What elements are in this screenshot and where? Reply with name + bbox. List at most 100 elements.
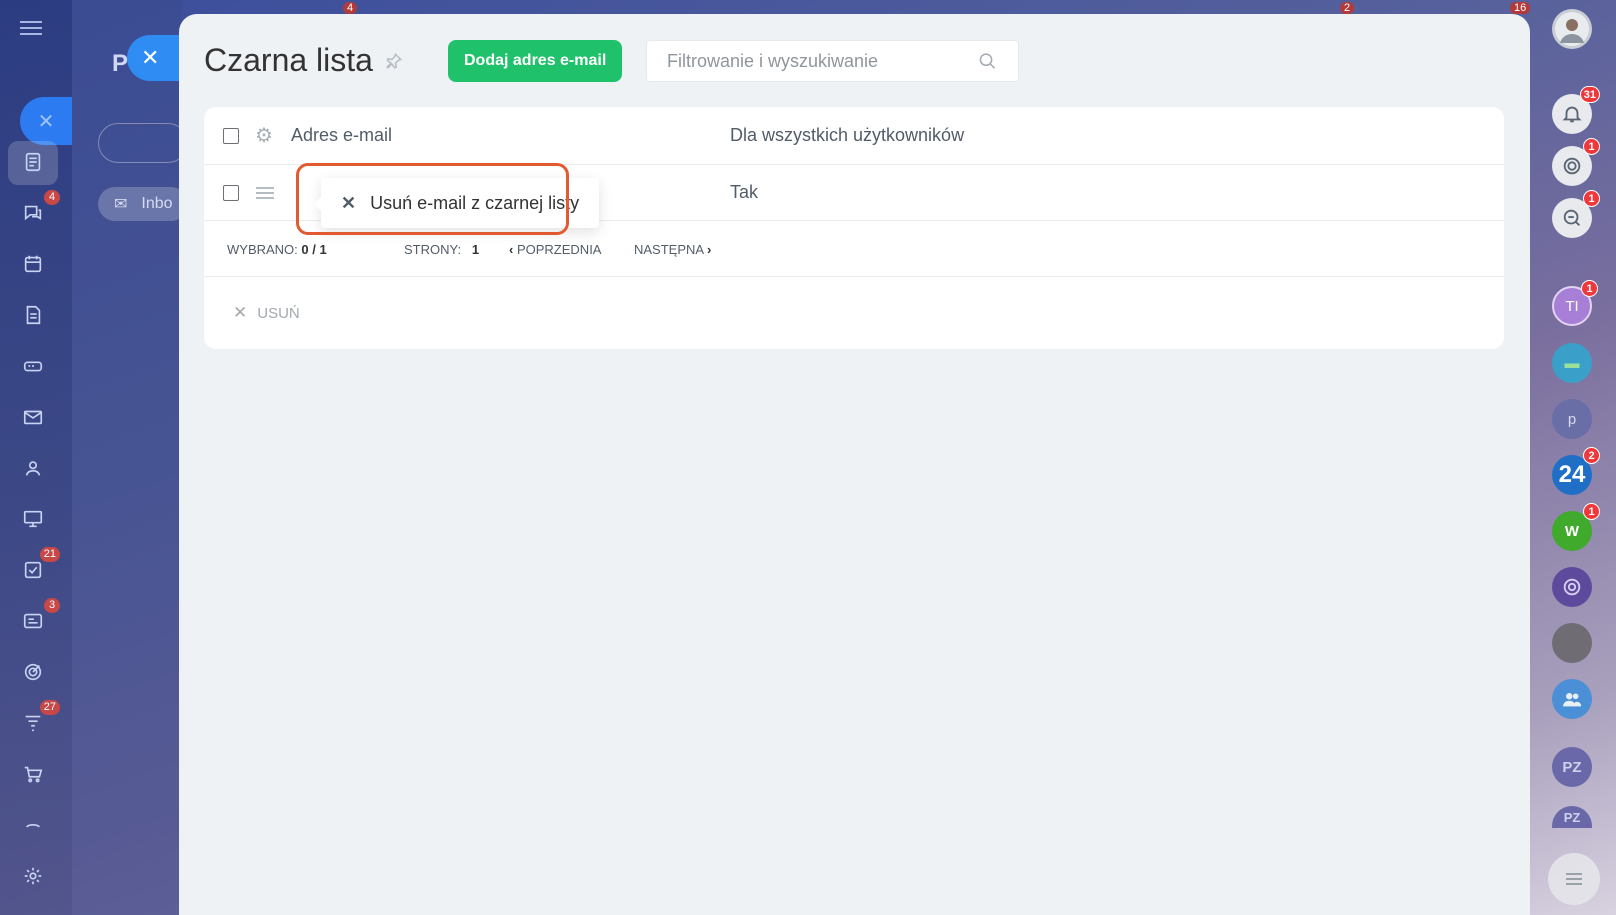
next-label: NASTĘPNA [634, 242, 704, 257]
nav-item-funnel[interactable]: 27 [16, 700, 60, 740]
nav-item-news[interactable]: 3 [16, 598, 60, 638]
highlight-frame [296, 163, 569, 235]
filters-badge: 27 [39, 700, 60, 715]
avatar-ti-badge: 1 [1581, 280, 1598, 297]
chat-bubble-icon: ▬ [1564, 354, 1580, 372]
photo-avatar[interactable] [1552, 623, 1592, 663]
notifications-button[interactable]: 31 [1552, 86, 1600, 134]
background-search [98, 123, 188, 163]
nav-item-groups[interactable] [16, 451, 50, 485]
target-icon [24, 663, 42, 681]
chevron-left-icon: ‹ [509, 242, 514, 257]
pz-label: PZ [1562, 758, 1582, 776]
nav-item-docs[interactable] [16, 298, 50, 332]
close-icon: ✕ [141, 45, 160, 70]
row-all-users: Tak [730, 182, 759, 202]
avatar-p[interactable]: p [1552, 399, 1592, 439]
close-icon[interactable]: ✕ [20, 97, 72, 145]
pages-label: STRONY: [404, 242, 462, 257]
mail-icon [23, 410, 43, 425]
search-field[interactable] [646, 40, 1019, 82]
selected-label: WYBRANO: [227, 242, 298, 257]
chevron-up-icon [26, 823, 40, 828]
copilot-icon [1563, 578, 1581, 596]
tasks-icon [24, 561, 42, 579]
nav-item-settings[interactable] [16, 859, 50, 893]
bell-icon [1562, 106, 1582, 123]
search-chats-button[interactable]: 1 [1552, 190, 1600, 238]
row-checkbox[interactable] [223, 184, 239, 201]
grid-header-row: ⚙ Adres e-mail Dla wszystkich użytkownik… [204, 107, 1504, 165]
list-icon [1566, 873, 1582, 885]
panel-header: Czarna lista [204, 42, 403, 79]
file-icon [26, 305, 41, 325]
group-avatar[interactable] [1552, 679, 1592, 719]
nav-item-goals[interactable] [16, 655, 50, 689]
selected-value: 0 / 1 [301, 242, 327, 257]
cart-icon [24, 766, 43, 783]
background-inbox: ✉ Inbo [98, 187, 188, 221]
delete-button[interactable]: ✕ USUŃ [233, 303, 300, 323]
nav-item-tasks[interactable]: 21 [16, 547, 60, 587]
notifications-badge: 31 [1579, 86, 1600, 103]
board-icon [23, 510, 43, 528]
add-email-button[interactable]: Dodaj adres e-mail [448, 40, 623, 82]
nav-item-mail[interactable] [16, 400, 50, 434]
feed-badge: 3 [44, 598, 60, 613]
pin-icon[interactable] [385, 52, 403, 70]
nav-item-drive[interactable] [16, 349, 50, 383]
chat-group-avatar[interactable]: ▬ [1552, 343, 1592, 383]
background-inbox-label: Inbo [141, 195, 173, 212]
row-menu-icon[interactable] [256, 184, 274, 202]
calendar-icon [24, 255, 42, 273]
delete-label: USUŃ [257, 304, 300, 322]
w-badge: 1 [1583, 503, 1600, 520]
chat-search-badge: 1 [1583, 190, 1600, 207]
background-page: P ✉ Inbo [72, 0, 188, 915]
b24-badge: 2 [1583, 447, 1600, 464]
blacklist-panel: Czarna lista Dodaj adres e-mail ⚙ Adres … [179, 14, 1530, 915]
filter-icon [25, 715, 41, 732]
top-badge: 16 [1510, 2, 1531, 14]
column-header-email[interactable]: Adres e-mail [291, 125, 392, 146]
page-title: Czarna lista [204, 42, 373, 78]
gear-icon[interactable]: ⚙ [255, 123, 273, 148]
nav-item-chats[interactable]: 4 [16, 190, 60, 230]
nav-item-shop[interactable] [16, 757, 50, 791]
document-icon [25, 152, 41, 172]
prev-page-link[interactable]: ‹ POPRZEDNIA [509, 242, 601, 257]
selected-count: WYBRANO: 0 / 1 [227, 242, 327, 257]
prev-label: POPRZEDNIA [516, 242, 602, 257]
nav-item-feed[interactable] [16, 145, 50, 179]
chat-search-icon [1563, 209, 1580, 226]
menu-hamburger-icon[interactable] [20, 17, 42, 39]
list-menu-button[interactable] [1548, 853, 1600, 905]
column-header-all-users[interactable]: Dla wszystkich użytkowników [730, 125, 964, 146]
avatar[interactable] [1552, 9, 1592, 49]
search-input[interactable] [667, 50, 978, 72]
activity-button[interactable]: 1 [1552, 138, 1600, 186]
users-icon [25, 461, 41, 476]
spiral-icon [1563, 157, 1581, 175]
top-badge: 2 [1340, 2, 1355, 14]
search-icon[interactable] [977, 50, 998, 72]
close-slider-button[interactable]: ✕ [127, 35, 185, 81]
nav-item-board[interactable] [16, 502, 50, 536]
nav-item-calendar[interactable] [16, 247, 50, 281]
user-avatar-icon [1555, 12, 1589, 46]
nav-collapse[interactable] [16, 808, 50, 842]
avatar-ti[interactable]: TI 1 [1552, 280, 1598, 326]
chevron-right-icon: › [706, 242, 712, 257]
avatar-w[interactable]: W 1 [1552, 503, 1600, 551]
avatar-pz-2[interactable]: PZ [1552, 806, 1592, 828]
copilot-avatar[interactable] [1552, 567, 1592, 607]
avatar-pz[interactable]: PZ [1552, 747, 1592, 787]
users-icon [1562, 693, 1582, 707]
group-actions: ✕ USUŃ [204, 277, 1504, 349]
bitrix24-avatar[interactable]: 24 2 [1552, 447, 1600, 495]
left-nav: ✕ 4 21 3 27 [0, 0, 72, 915]
select-all-checkbox[interactable] [223, 127, 239, 144]
next-page-link[interactable]: NASTĘPNA › [634, 242, 711, 257]
activity-badge: 1 [1583, 138, 1600, 155]
chat-icon [24, 205, 42, 221]
